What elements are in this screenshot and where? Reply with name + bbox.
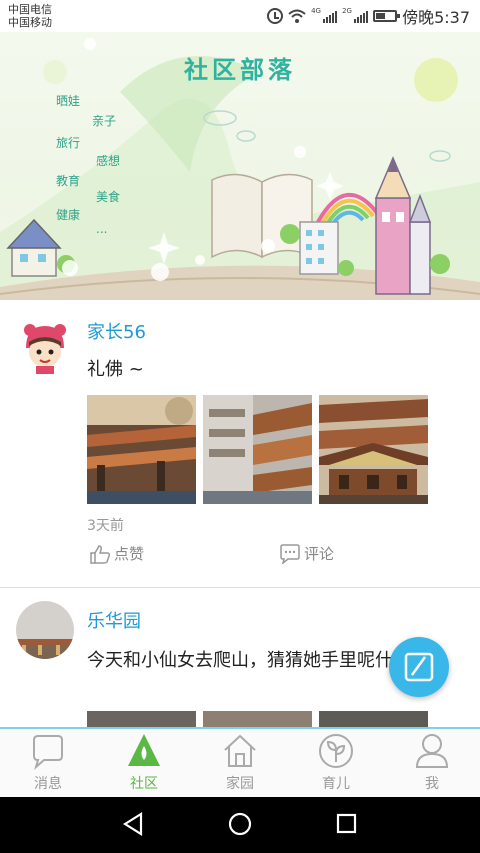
- post-text: 礼佛 ~: [87, 359, 144, 380]
- alarm-icon: [267, 8, 284, 24]
- battery-icon: [373, 10, 401, 22]
- post-time: 3天前: [87, 518, 124, 534]
- banner-tag: 旅行: [56, 136, 81, 150]
- community-banner[interactable]: 社区部落 晒娃 亲子 旅行 感想 教育 美食 健康 ...: [0, 32, 480, 300]
- banner-tag: 美食: [96, 190, 121, 204]
- cell-signal-1-icon: 4G: [311, 7, 338, 23]
- comment-button[interactable]: 评论: [279, 543, 334, 564]
- tab-label: 育儿: [322, 776, 350, 792]
- banner-tag: 晒娃: [56, 94, 81, 108]
- system-nav-bar: [0, 797, 480, 853]
- carrier-1: 中国电信: [8, 3, 52, 16]
- banner-tag: ...: [96, 222, 108, 236]
- person-icon: [415, 734, 449, 768]
- edit-icon: [404, 652, 434, 682]
- tab-label: 我: [425, 776, 439, 792]
- tab-community[interactable]: 社区: [96, 729, 192, 797]
- post-username[interactable]: 家长56: [87, 318, 146, 344]
- recent-apps-icon[interactable]: [336, 813, 357, 834]
- post-photo[interactable]: [203, 395, 312, 504]
- post-username[interactable]: 乐华园: [87, 607, 141, 633]
- wifi-icon: [288, 9, 306, 23]
- avatar-photo: [16, 601, 74, 659]
- chat-bubble-icon: [33, 735, 63, 770]
- tab-label: 家园: [226, 776, 254, 792]
- banner-tag: 感想: [96, 154, 121, 168]
- sprout-icon: [319, 734, 353, 768]
- carrier-2: 中国移动: [8, 16, 52, 29]
- bottom-tab-bar: 消息 社区 家园 育儿 我: [0, 727, 480, 797]
- tab-label: 社区: [130, 776, 158, 792]
- status-bar: 中国电信 中国移动 4G 2G 傍晚5:37: [0, 0, 480, 32]
- avatar[interactable]: [16, 601, 74, 659]
- banner-title: 社区部落: [184, 56, 296, 84]
- back-icon[interactable]: [122, 812, 143, 836]
- banner-tag: 亲子: [92, 114, 117, 128]
- home-icon: [224, 734, 256, 767]
- home-circle-icon[interactable]: [228, 812, 252, 836]
- tab-me[interactable]: 我: [384, 729, 480, 797]
- signal-2-label: 2G: [342, 7, 352, 15]
- tab-label: 消息: [34, 776, 62, 792]
- banner-tag: 教育: [56, 174, 81, 188]
- compose-post-button[interactable]: [389, 637, 449, 697]
- post-photo[interactable]: [319, 711, 428, 727]
- post-photo[interactable]: [87, 395, 196, 504]
- post-card[interactable]: 家长56 礼佛 ~ 3天前 点赞 评论: [0, 300, 480, 588]
- avatar-girl-icon: [16, 318, 74, 376]
- status-time: 傍晚5:37: [402, 8, 470, 27]
- banner-tag: 健康: [56, 208, 81, 222]
- like-button[interactable]: 点赞: [89, 543, 144, 564]
- thumbs-up-icon: [90, 544, 111, 564]
- signal-1-label: 4G: [311, 7, 321, 15]
- community-tent-icon: [128, 734, 160, 766]
- post-photo[interactable]: [319, 395, 428, 504]
- like-label: 点赞: [114, 545, 145, 563]
- post-photo[interactable]: [87, 711, 196, 727]
- cell-signal-2-icon: 2G: [342, 7, 369, 23]
- post-photo-grid: [87, 395, 428, 504]
- tab-home[interactable]: 家园: [192, 729, 288, 797]
- avatar[interactable]: [16, 318, 74, 376]
- post-photo-grid: [87, 711, 428, 727]
- tab-parenting[interactable]: 育儿: [288, 729, 384, 797]
- comment-bubble-icon: [280, 543, 300, 564]
- tab-messages[interactable]: 消息: [0, 729, 96, 797]
- post-photo[interactable]: [203, 711, 312, 727]
- comment-label: 评论: [304, 545, 335, 563]
